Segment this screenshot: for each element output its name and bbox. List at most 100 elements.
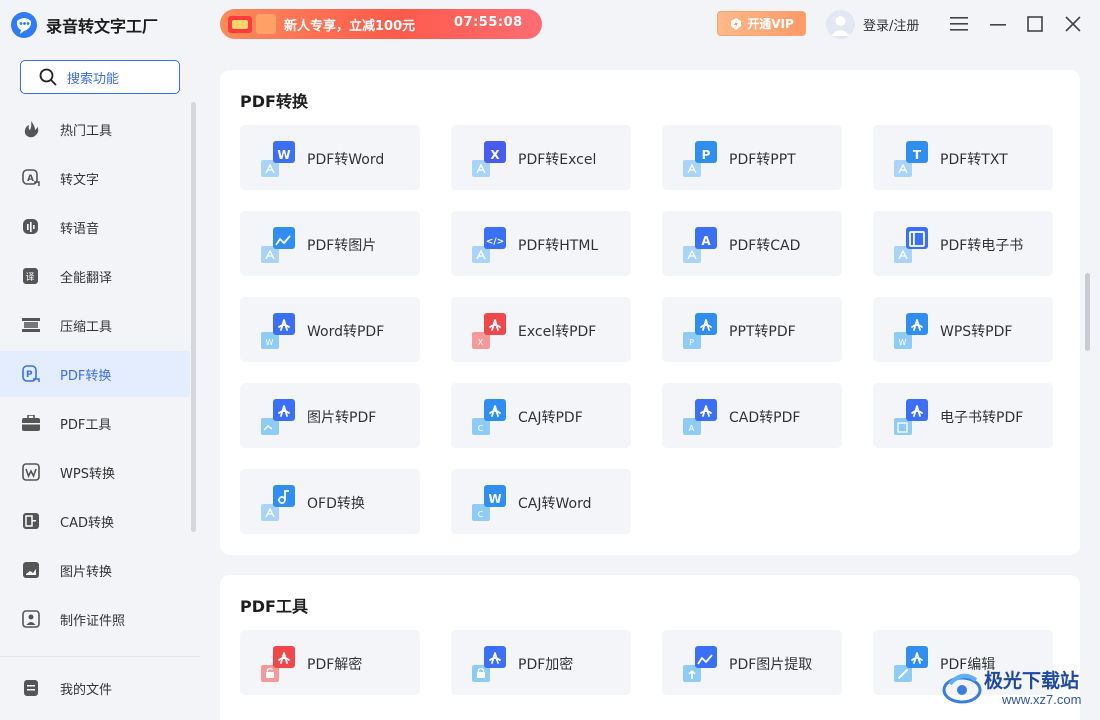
svg-text:A: A (27, 174, 34, 184)
tool-card-label: PDF图片提取 (729, 657, 813, 673)
svg-text:X: X (478, 338, 484, 347)
sidebar-item-to-voice[interactable]: 转语音 (0, 204, 190, 250)
sidebar-item-to-text[interactable]: A 转文字 (0, 155, 190, 201)
sidebar-item-label: 图片转换 (60, 564, 113, 580)
section-title: PDF工具 (240, 597, 308, 616)
minimize-icon (990, 24, 1006, 26)
watermark-url: www.xz7.com (1002, 692, 1082, 707)
tool-card[interactable]: PDF图片提取 (662, 630, 842, 695)
tool-icon: X (472, 141, 506, 177)
sidebar-item-pdf-tools[interactable]: PDF工具 (0, 400, 190, 446)
tool-card-label: PDF加密 (518, 657, 574, 673)
tool-card[interactable]: P PPT转PDF (662, 297, 842, 362)
promo-text: 新人专享，立减100元 (284, 19, 416, 34)
svg-text:P: P (702, 148, 711, 162)
tool-card[interactable]: </> PDF转HTML (451, 211, 631, 276)
toolbox-icon (22, 414, 40, 432)
tool-icon (683, 646, 717, 682)
svg-text:T: T (913, 148, 922, 162)
sidebar-item-label: 制作证件照 (60, 613, 126, 629)
sidebar-item-cad-convert[interactable]: CAD转换 (0, 498, 190, 544)
sidebar-item-label: 热门工具 (60, 123, 113, 139)
tool-card[interactable]: PDF转电子书 (873, 211, 1053, 276)
sidebar-item-pdf-convert[interactable]: P PDF转换 (0, 351, 190, 397)
svg-text:C: C (478, 424, 484, 433)
hamburger-icon (950, 17, 968, 31)
tool-card[interactable]: X PDF转Excel (451, 125, 631, 190)
avatar[interactable] (826, 10, 855, 39)
tool-card-label: PDF转HTML (518, 238, 599, 254)
image-icon (22, 561, 40, 579)
login-link[interactable]: 登录/注册 (863, 15, 919, 34)
menu-button[interactable] (947, 12, 971, 36)
tool-card-label: PDF解密 (307, 657, 363, 673)
tool-card-label: PDF转PPT (729, 152, 796, 168)
svg-text:X: X (490, 148, 500, 162)
sidebar-item-label: 压缩工具 (60, 319, 113, 335)
app-logo-icon (11, 12, 37, 38)
sidebar-item-id-photo[interactable]: 制作证件照 (0, 596, 190, 642)
tool-card[interactable]: T PDF转TXT (873, 125, 1053, 190)
close-button[interactable] (1061, 12, 1085, 36)
sidebar-item-compress[interactable]: 压缩工具 (0, 302, 190, 348)
tool-icon: T (894, 141, 928, 177)
tool-card[interactable]: PDF加密 (451, 630, 631, 695)
search-label: 搜索功能 (67, 71, 120, 87)
promo-banner[interactable]: 新人专享，立减100元 07:55:08 (220, 9, 542, 39)
tool-icon (894, 227, 928, 263)
vip-button[interactable]: 开通VIP (717, 11, 806, 36)
tool-card[interactable]: OFD转换 (240, 469, 420, 534)
sidebar-item-hot-tools[interactable]: 热门工具 (0, 106, 190, 152)
minimize-button[interactable] (986, 12, 1010, 36)
promo-timer: 07:55:08 (454, 15, 523, 30)
sidebar-item-image-convert[interactable]: 图片转换 (0, 547, 190, 593)
svg-text:W: W (277, 148, 290, 162)
tool-card[interactable]: P PDF转PPT (662, 125, 842, 190)
tool-card[interactable]: 电子书转PDF (873, 383, 1053, 448)
tool-card[interactable]: 图片转PDF (240, 383, 420, 448)
tool-card[interactable]: PDF转图片 (240, 211, 420, 276)
main-scrollbar[interactable] (1085, 273, 1090, 351)
sidebar: 搜索功能 热门工具 A 转文字 转语音 译 全能翻译 压缩工具 P PDF转换 (0, 50, 200, 720)
tool-card[interactable]: W Word转PDF (240, 297, 420, 362)
svg-text:</>: </> (486, 237, 504, 247)
sidebar-item-label: PDF工具 (60, 417, 112, 433)
file-icon (22, 679, 40, 697)
tool-icon: W (894, 313, 928, 349)
section-title: PDF转换 (240, 92, 308, 111)
sidebar-item-my-files[interactable]: 我的文件 (0, 665, 190, 711)
tool-card[interactable]: W PDF转Word (240, 125, 420, 190)
tool-card-label: PPT转PDF (729, 324, 796, 340)
watermark-text: 极光下载站 (984, 670, 1080, 692)
user-icon (831, 16, 850, 36)
tool-card[interactable]: PDF解密 (240, 630, 420, 695)
sidebar-item-translate[interactable]: 译 全能翻译 (0, 253, 190, 299)
sidebar-scrollbar[interactable] (191, 102, 196, 532)
tool-card-label: 图片转PDF (307, 410, 377, 426)
tool-card[interactable]: A CAD转PDF (662, 383, 842, 448)
tool-card[interactable]: X Excel转PDF (451, 297, 631, 362)
tool-card-label: CAJ转Word (518, 496, 592, 512)
tool-card-label: 电子书转PDF (940, 410, 1024, 426)
tool-icon (472, 646, 506, 682)
cad-icon (22, 512, 40, 530)
search-button[interactable]: 搜索功能 (20, 60, 180, 94)
tool-card[interactable]: A PDF转CAD (662, 211, 842, 276)
sidebar-item-label: PDF转换 (60, 368, 112, 384)
tool-card[interactable]: C CAJ转PDF (451, 383, 631, 448)
tool-icon: A (683, 227, 717, 263)
tool-card[interactable]: W WPS转PDF (873, 297, 1053, 362)
search-icon (39, 68, 57, 86)
tool-card-label: PDF转CAD (729, 238, 801, 254)
tool-card[interactable]: C W CAJ转Word (451, 469, 631, 534)
sidebar-item-wps-convert[interactable]: WPS转换 (0, 449, 190, 495)
svg-text:P: P (689, 338, 694, 347)
tool-icon: </> (472, 227, 506, 263)
maximize-button[interactable] (1023, 12, 1047, 36)
sidebar-item-label: CAD转换 (60, 515, 114, 531)
wps-icon (22, 463, 40, 481)
svg-text:C: C (478, 510, 484, 519)
tool-icon (261, 485, 295, 521)
tool-card-label: PDF转Excel (518, 152, 597, 168)
flame-icon (22, 120, 40, 138)
